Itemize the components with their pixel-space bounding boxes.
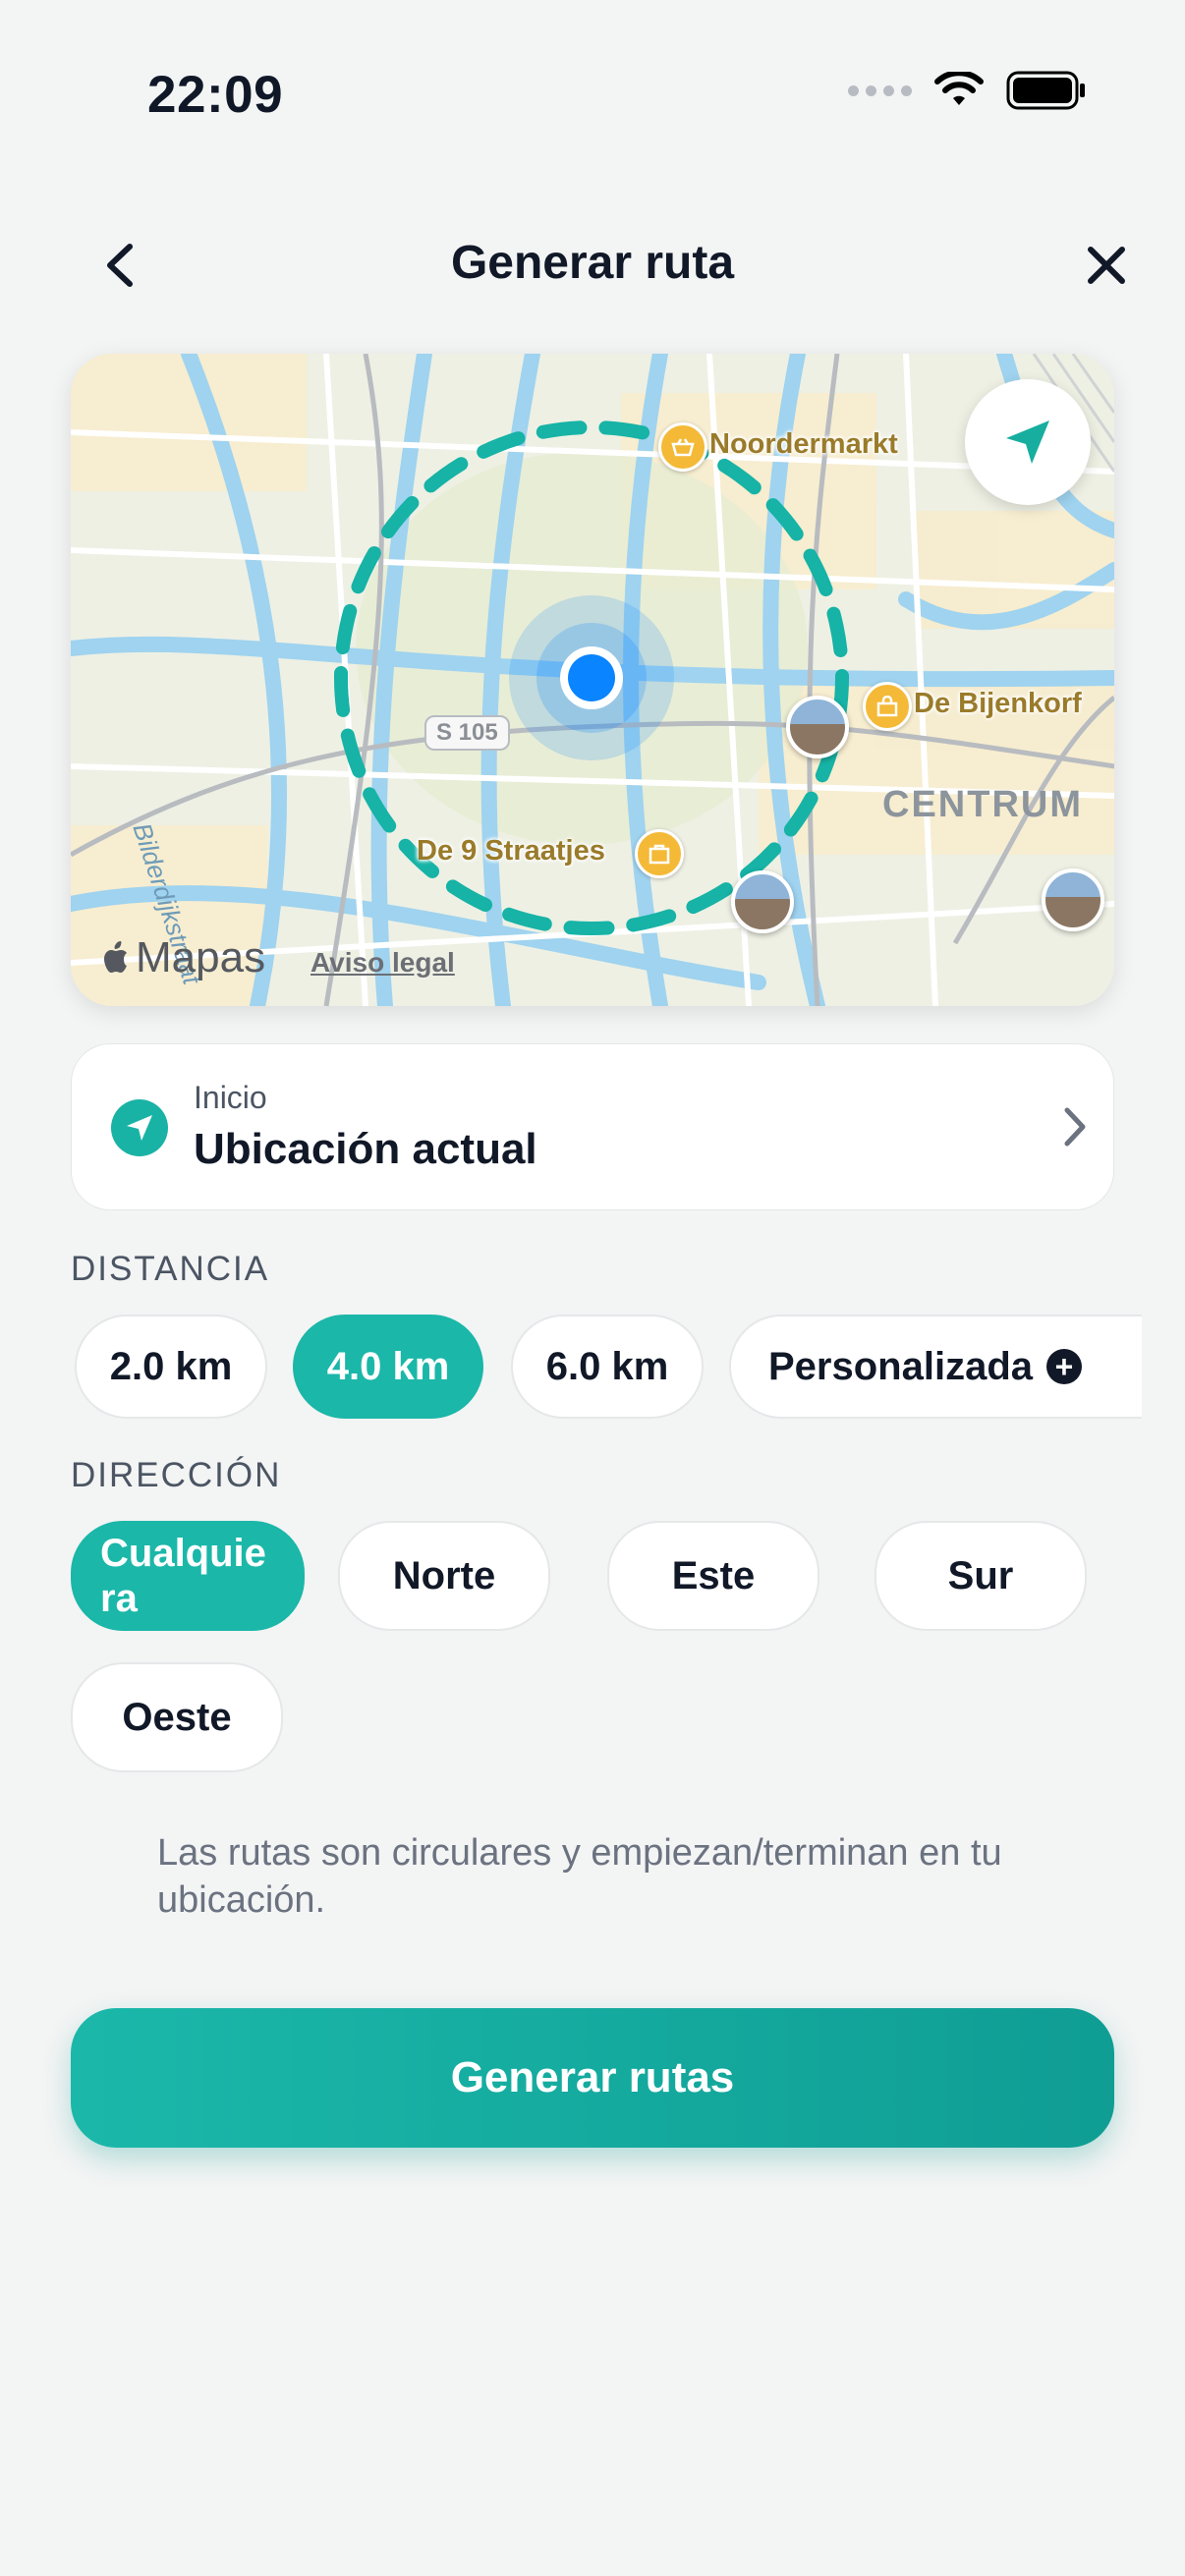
maps-brand: Mapas — [100, 933, 265, 982]
map-canvas — [71, 354, 1114, 1006]
maps-brand-text: Mapas — [136, 933, 266, 981]
distance-chip-4km[interactable]: 4.0 km — [293, 1315, 483, 1419]
poi-label-noordermarkt: Noordermarkt — [709, 428, 898, 460]
apple-logo-icon — [104, 941, 127, 973]
poi-label-bijenkorf: De Bijenkorf — [914, 688, 1082, 719]
recenter-location-button[interactable] — [965, 379, 1091, 505]
poi-pin-9-straatjes[interactable] — [635, 829, 684, 878]
distance-section-label: DISTANCIA — [71, 1250, 270, 1288]
start-value: Ubicación actual — [194, 1125, 537, 1173]
close-icon — [1088, 247, 1125, 284]
landmark-photo-pin[interactable] — [731, 870, 794, 933]
shopping-bag-icon — [876, 696, 898, 717]
generate-routes-button[interactable]: Generar rutas — [71, 2008, 1114, 2148]
direction-chip-south[interactable]: Sur — [875, 1521, 1087, 1631]
poi-label-9-straatjes: De 9 Straatjes — [417, 835, 605, 867]
distance-chip-2km[interactable]: 2.0 km — [75, 1315, 267, 1419]
poi-pin-noordermarkt[interactable] — [658, 422, 707, 472]
shopping-icon — [649, 844, 670, 865]
basket-icon — [671, 438, 695, 457]
poi-pin-bijenkorf[interactable] — [863, 682, 912, 731]
distance-chip-custom-label: Personalizada — [768, 1344, 1034, 1388]
start-location-row[interactable]: Inicio Ubicación actual — [71, 1043, 1114, 1210]
helper-text: Las rutas son circulares y empiezan/term… — [157, 1832, 1002, 1921]
status-icons — [848, 71, 1087, 110]
plus-circle-icon: + — [1046, 1349, 1083, 1384]
landmark-photo-pin[interactable] — [786, 696, 849, 758]
location-arrow-icon — [111, 1099, 168, 1156]
map-view[interactable]: Noordermarkt De Bijenkorf De 9 Straatjes… — [71, 354, 1114, 1006]
wifi-icon — [934, 72, 984, 105]
direction-chip-east[interactable]: Este — [607, 1521, 819, 1631]
close-button[interactable] — [1067, 226, 1146, 305]
chevron-right-icon — [1064, 1107, 1086, 1147]
location-arrow-icon — [1006, 420, 1049, 464]
cellular-signal-icon — [848, 84, 912, 96]
district-label: CENTRUM — [882, 784, 1083, 825]
direction-chip-any-line1: Cualquie — [100, 1532, 266, 1575]
direction-section-label: DIRECCIÓN — [71, 1456, 282, 1494]
start-label: Inicio — [194, 1080, 267, 1115]
legal-link[interactable]: Aviso legal — [310, 947, 455, 979]
distance-chip-6km[interactable]: 6.0 km — [511, 1315, 704, 1419]
direction-chip-any-line2: ra — [100, 1577, 138, 1620]
status-time: 22:09 — [147, 66, 284, 124]
distance-chip-custom[interactable]: Personalizada + — [729, 1315, 1142, 1419]
direction-chip-west[interactable]: Oeste — [71, 1662, 283, 1772]
landmark-photo-pin[interactable] — [1042, 868, 1104, 931]
road-shield: S 105 — [424, 715, 510, 751]
page-title: Generar ruta — [450, 237, 735, 289]
direction-chip-north[interactable]: Norte — [338, 1521, 550, 1631]
battery-icon — [1006, 71, 1085, 110]
direction-chip-any[interactable]: Cualquie ra — [71, 1521, 305, 1631]
